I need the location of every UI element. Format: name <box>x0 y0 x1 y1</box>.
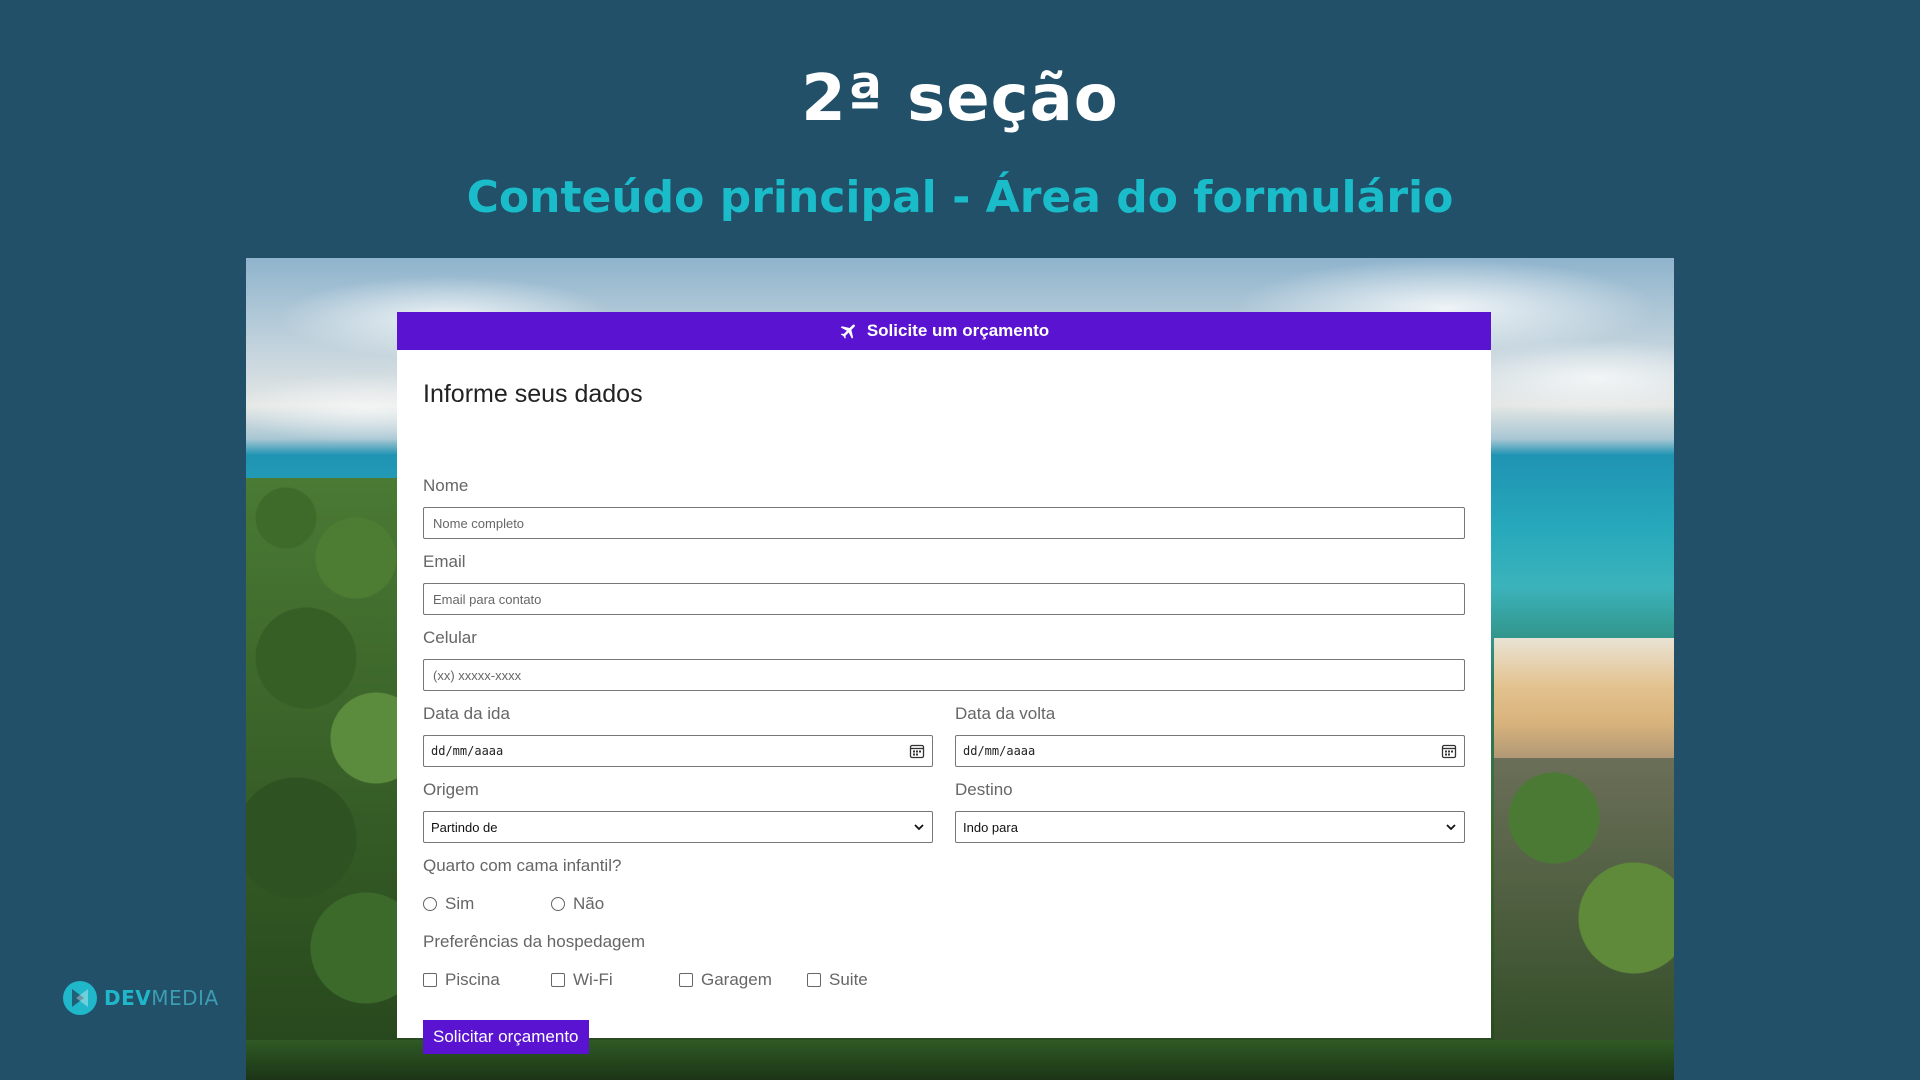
form-heading: Informe seus dados <box>423 380 643 408</box>
checkbox-label: Wi-Fi <box>573 970 613 989</box>
checkbox-option-piscina[interactable]: Piscina <box>423 970 500 990</box>
card-header: Solicite um orçamento <box>397 312 1491 350</box>
origem-selected-value: Partindo de <box>431 819 498 835</box>
data-volta-value: dd/mm/aaaa <box>963 744 1036 758</box>
submit-quote-button[interactable]: Solicitar orçamento <box>423 1020 589 1054</box>
destino-select[interactable]: Indo para <box>955 811 1465 843</box>
quote-form-card: Solicite um orçamento Informe seus dados… <box>397 312 1491 1054</box>
checkbox-option-wifi[interactable]: Wi-Fi <box>551 970 613 990</box>
airplane-icon <box>840 324 855 339</box>
radio-option-sim[interactable]: Sim <box>423 894 474 914</box>
checkbox-option-suite[interactable]: Suite <box>807 970 868 990</box>
destino-label: Destino <box>955 780 1013 799</box>
email-field-box <box>423 583 1465 615</box>
palm-forest-right <box>1494 758 1674 1080</box>
checkbox-label: Garagem <box>701 970 772 989</box>
data-volta-label: Data da volta <box>955 704 1056 723</box>
celular-field-box <box>423 659 1465 691</box>
devmedia-logo: DEVMEDIA <box>62 980 219 1016</box>
radio-button[interactable] <box>423 897 437 911</box>
nome-input[interactable] <box>431 514 1457 532</box>
devmedia-logo-icon <box>63 981 97 1015</box>
checkbox-label: Piscina <box>445 970 500 989</box>
sand-beach-right <box>1494 638 1674 778</box>
email-label: Email <box>423 552 466 571</box>
checkbox[interactable] <box>679 973 693 987</box>
checkbox[interactable] <box>807 973 821 987</box>
chevron-down-icon <box>914 824 924 831</box>
origem-label: Origem <box>423 780 479 799</box>
data-ida-value: dd/mm/aaaa <box>431 744 504 758</box>
data-ida-label: Data da ida <box>423 704 510 723</box>
data-volta-input[interactable]: dd/mm/aaaa <box>955 735 1465 767</box>
celular-input[interactable] <box>431 666 1457 684</box>
email-input[interactable] <box>431 590 1457 608</box>
radio-label: Sim <box>445 894 475 913</box>
celular-label: Celular <box>423 628 477 647</box>
checkbox-label: Suite <box>829 970 868 989</box>
palm-forest-left <box>246 478 416 1080</box>
cama-infantil-label: Quarto com cama infantil? <box>423 856 622 875</box>
nome-field-box <box>423 507 1465 539</box>
radio-label: Não <box>573 894 605 913</box>
checkbox[interactable] <box>423 973 437 987</box>
checkbox[interactable] <box>551 973 565 987</box>
preferencias-label: Preferências da hospedagem <box>423 932 646 951</box>
checkbox-option-garagem[interactable]: Garagem <box>679 970 772 990</box>
destino-selected-value: Indo para <box>963 819 1018 835</box>
chevron-down-icon <box>1446 824 1456 831</box>
data-ida-input[interactable]: dd/mm/aaaa <box>423 735 933 767</box>
radio-button[interactable] <box>551 897 565 911</box>
nome-label: Nome <box>423 476 469 495</box>
devmedia-logo-text: DEVMEDIA <box>104 986 219 1010</box>
card-header-title: Solicite um orçamento <box>866 321 1050 340</box>
calendar-icon[interactable] <box>909 743 925 759</box>
logo-text-light: MEDIA <box>151 986 219 1010</box>
logo-text-bold: DEV <box>104 986 152 1010</box>
origem-select[interactable]: Partindo de <box>423 811 933 843</box>
slide-subtitle: Conteúdo principal - Área do formulário <box>466 172 1454 223</box>
slide-title: 2ª seção <box>801 62 1119 136</box>
radio-option-nao[interactable]: Não <box>551 894 604 914</box>
calendar-icon[interactable] <box>1441 743 1457 759</box>
